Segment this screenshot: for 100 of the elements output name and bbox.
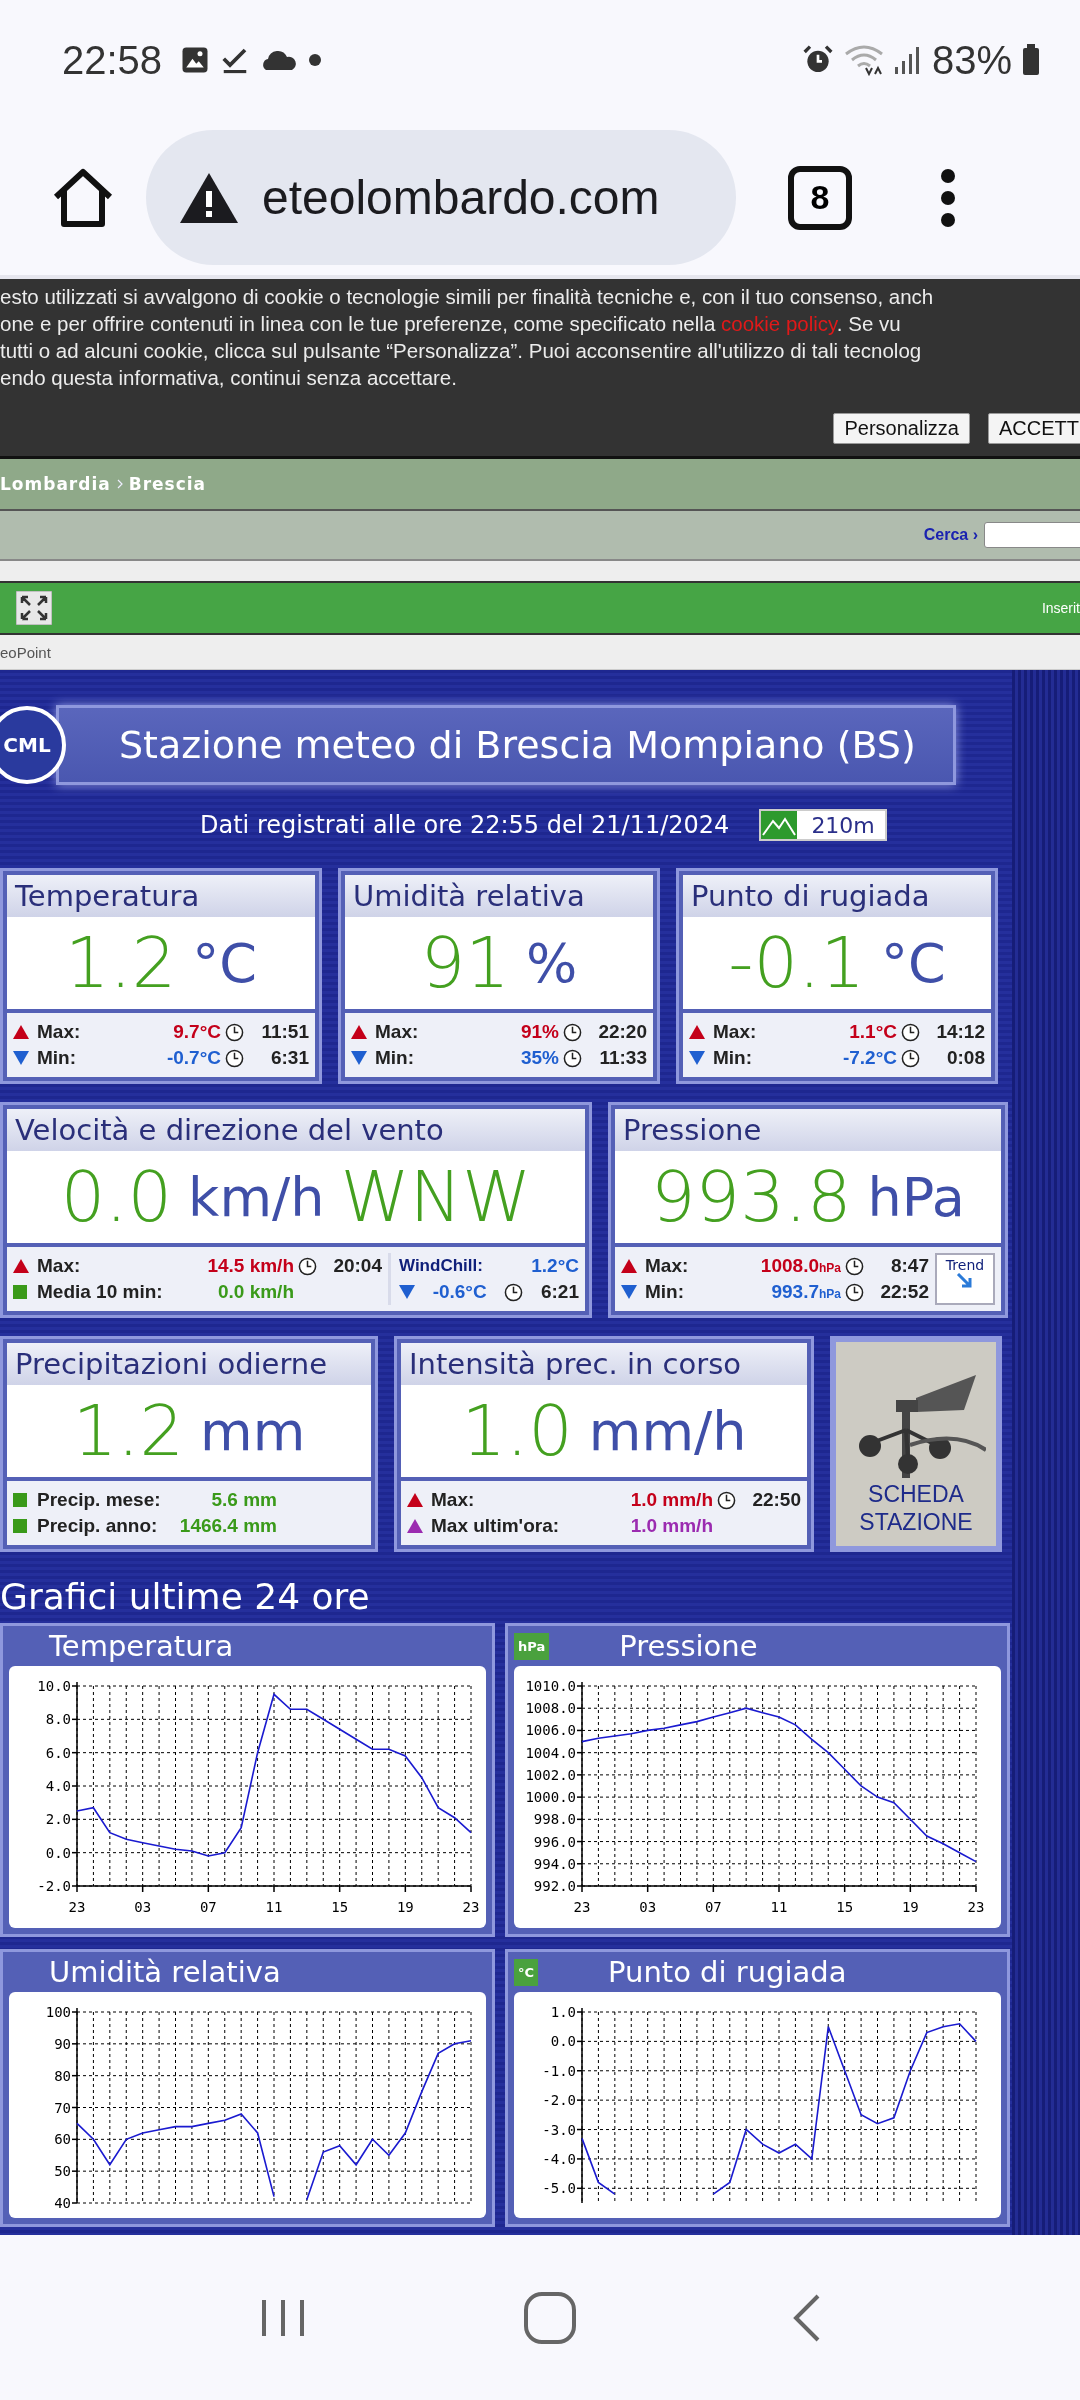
y-tick-label: -5.0 xyxy=(542,2180,576,2197)
stat-time: 20:04 xyxy=(332,1255,382,1277)
x-tick-label: 19 xyxy=(901,1899,919,1915)
stat-value: 35% xyxy=(520,1047,559,1069)
reading-value: 91 % xyxy=(345,917,653,1009)
stat-label: Min: xyxy=(375,1047,416,1069)
stat-time: 22:20 xyxy=(597,1021,647,1043)
subnav-text: eoPoint xyxy=(0,643,51,661)
y-tick-label: 1004.0 xyxy=(525,1744,576,1761)
stat-value: 14.5 km/h xyxy=(207,1255,294,1277)
x-tick-label: 03 xyxy=(134,1899,152,1915)
cookie-notice-text: esto utilizzati si avvalgono di cookie o tecnologie simili per finalità tecniche e, con il tuo consenso, anch xyxy=(0,284,935,310)
cookie-button[interactable]: ACCETT xyxy=(988,413,1080,444)
stat-label: Max: xyxy=(713,1021,758,1043)
y-tick-label: -4.0 xyxy=(542,2150,576,2167)
x-tick-label: 11 xyxy=(265,1899,283,1915)
stat-value: 1.1°C xyxy=(849,1021,897,1043)
stat-label: Max: xyxy=(37,1255,82,1277)
reading-value: 993.8 hPa xyxy=(615,1151,1001,1243)
card-title: Pressione xyxy=(615,1109,1001,1151)
stat-label: Min: xyxy=(645,1281,686,1303)
y-tick-label: 80 xyxy=(54,2067,71,2084)
y-tick-label: 70 xyxy=(54,2099,71,2116)
stat-time: 22:50 xyxy=(751,1489,801,1511)
stat-label: Min: xyxy=(713,1047,754,1069)
logo-badge: CML xyxy=(0,706,66,784)
trend-button[interactable]: Trend xyxy=(935,1253,995,1305)
update-time-text: Dati registrati alle ore 22:55 del 21/11/2024 xyxy=(200,811,730,839)
x-tick-label: 23 xyxy=(462,1899,479,1915)
chart-title: Temperatura xyxy=(49,1629,234,1663)
stat-label: Max: xyxy=(37,1021,82,1043)
search-label[interactable]: Cerca › xyxy=(923,526,978,544)
x-tick-label: 23 xyxy=(573,1899,591,1915)
y-tick-label: 1008.0 xyxy=(525,1700,576,1717)
y-tick-label: -2.0 xyxy=(37,1878,71,1894)
y-tick-label: 992.0 xyxy=(533,1878,576,1894)
stat-label: Max: xyxy=(431,1489,476,1511)
reading-value: -0.1 °C xyxy=(683,917,991,1009)
stat-value: 1.0 mm/h xyxy=(630,1515,713,1537)
elevation-badge: 210m xyxy=(759,809,887,841)
reading-value: 0.0 km/h WNW xyxy=(7,1151,585,1243)
stat-time: 22:52 xyxy=(879,1281,929,1303)
stat-label: Min: xyxy=(37,1047,78,1069)
y-tick-label: 8.0 xyxy=(45,1711,71,1728)
stat-time: 11:51 xyxy=(260,1021,309,1043)
address-bar[interactable]: eteolombardo.com xyxy=(146,130,736,265)
stat-value: -0.7°C xyxy=(166,1047,221,1069)
stat-value: 5.6 mm xyxy=(211,1489,277,1511)
x-tick-label: 11 xyxy=(770,1899,788,1915)
toolbar-text: Inserit xyxy=(1041,600,1080,616)
x-tick-label: 23 xyxy=(68,1899,86,1915)
stat-time: 6:31 xyxy=(269,1047,309,1069)
y-tick-label: 0.0 xyxy=(45,1844,71,1861)
station-info-button[interactable]: SCHEDA STAZIONE xyxy=(830,1336,1002,1552)
charts-heading: Grafici ultime 24 ore xyxy=(0,1576,371,1617)
y-tick-label: -2.0 xyxy=(542,2092,576,2109)
stat-value: -7.2°C xyxy=(842,1047,897,1069)
y-tick-label: 90 xyxy=(54,2035,71,2052)
cookie-notice-text: endo questa informativa, continui senza accettare. xyxy=(0,365,458,391)
unit-badge: °C xyxy=(514,1958,539,1986)
y-tick-label: 994.0 xyxy=(533,1855,576,1872)
x-tick-label: 07 xyxy=(704,1899,722,1915)
y-tick-label: 4.0 xyxy=(45,1778,71,1794)
cookie-button[interactable]: Personalizza xyxy=(833,413,970,444)
stat-value: 9.7°C xyxy=(173,1021,221,1043)
card-title: Intensità prec. in corso xyxy=(401,1343,807,1385)
tab-count-button[interactable]: 8 xyxy=(788,165,852,230)
x-tick-label: 19 xyxy=(396,1899,414,1915)
y-tick-label: 996.0 xyxy=(533,1833,576,1850)
y-tick-label: 100 xyxy=(45,2004,71,2020)
card-title: Velocità e direzione del vento xyxy=(7,1109,585,1151)
cookie-notice-text: tutti o ad alcuni cookie, clicca sul pulsante “Personalizza”. Puoi acconsentire all'utilizzo di tali tecnolog xyxy=(0,338,923,364)
x-tick-label: 23 xyxy=(967,1899,984,1915)
reading-value: 1.2 mm xyxy=(7,1385,371,1477)
y-tick-label: 60 xyxy=(54,2131,71,2148)
card-title: Umidità relativa xyxy=(345,875,653,917)
reading-value: 1.2 °C xyxy=(7,917,315,1009)
y-tick-label: 40 xyxy=(54,2195,71,2208)
y-tick-label: 10.0 xyxy=(37,1678,71,1694)
stat-value: 1.2°C xyxy=(531,1255,579,1277)
stat-time: 8:47 xyxy=(889,1255,929,1277)
stat-label: Max ultim'ora: xyxy=(431,1515,561,1537)
y-tick-label: 1010.0 xyxy=(525,1678,576,1694)
stat-value: -0.6°C xyxy=(432,1281,487,1303)
y-tick-label: 1006.0 xyxy=(525,1722,576,1739)
stat-value: 91% xyxy=(520,1021,559,1043)
card-title: Temperatura xyxy=(7,875,315,917)
station-title: Stazione meteo di Brescia Mompiano (BS) xyxy=(56,705,956,785)
cookie-notice-text: one e per offrire contenuti in linea con le tue preferenze, come specificato nella cookie policy. Se vu xyxy=(0,311,902,337)
stat-time: 6:21 xyxy=(540,1281,579,1303)
chart-title: Umidità relativa xyxy=(49,1955,281,1989)
y-tick-label: 0.0 xyxy=(550,2033,576,2050)
x-tick-label: 07 xyxy=(199,1899,217,1915)
stat-value: 993.7hPa xyxy=(771,1281,841,1303)
stat-value: 1.0 mm/h xyxy=(630,1489,713,1511)
y-tick-label: 2.0 xyxy=(45,1811,71,1828)
stat-label: Media 10 min: xyxy=(37,1281,164,1303)
stat-time: 11:33 xyxy=(598,1047,647,1069)
stat-value: 1466.4 mm xyxy=(179,1515,277,1537)
x-tick-label: 15 xyxy=(331,1899,349,1915)
